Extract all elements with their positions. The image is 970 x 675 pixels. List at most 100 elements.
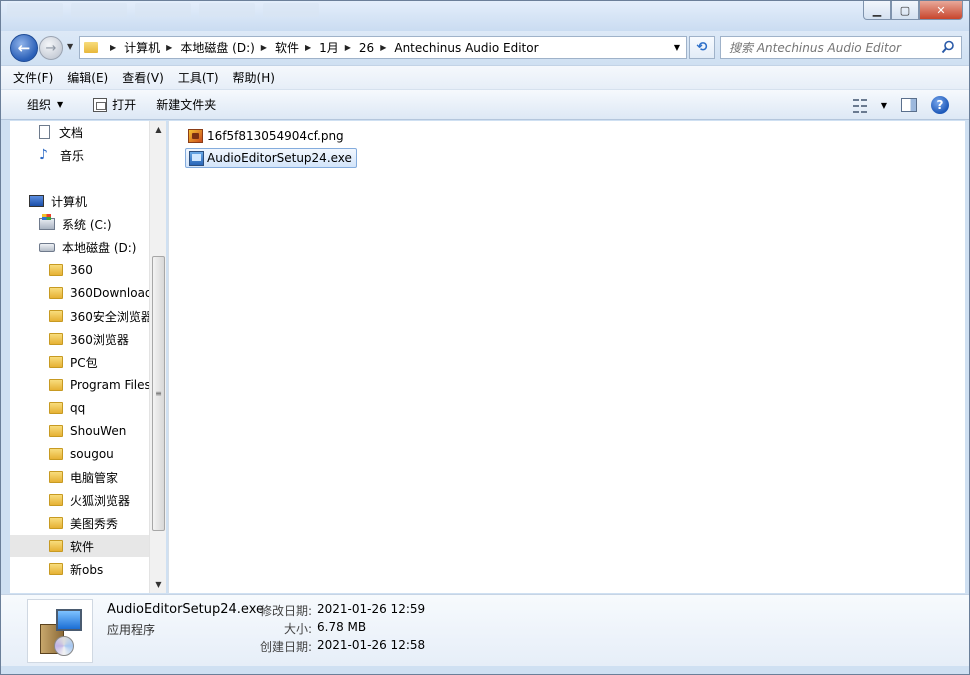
sidebar-item-label: ShouWen — [70, 424, 127, 438]
breadcrumb-january[interactable]: 1月 — [319, 39, 339, 56]
sidebar-item-folder[interactable]: 新obs — [10, 558, 149, 580]
computer-icon — [29, 195, 44, 207]
breadcrumb-26[interactable]: 26 — [359, 41, 374, 55]
monitor-shape — [56, 609, 82, 631]
window-controls: ▁ ▢ ✕ — [863, 1, 963, 20]
title-bar: ▁ ▢ ✕ — [1, 1, 969, 31]
recent-pages-dropdown[interactable]: ▼ — [67, 42, 73, 51]
breadcrumb-separator-icon[interactable]: ▶ — [110, 43, 116, 52]
folder-icon — [49, 356, 63, 368]
details-pane: AudioEditorSetup24.exe 应用程序 修改日期: 2021-0… — [1, 594, 969, 666]
menu-help[interactable]: 帮助(H) — [233, 69, 275, 86]
breadcrumb-computer[interactable]: 计算机 — [124, 39, 160, 56]
sidebar-item-folder[interactable]: 360安全浏览器 — [10, 305, 149, 327]
sidebar-item-folder[interactable]: 360 — [10, 259, 149, 281]
cd-shape — [54, 636, 74, 656]
sidebar-item-label: 软件 — [70, 539, 95, 554]
command-bar-right: ▼ ? — [852, 96, 949, 114]
preview-pane-icon[interactable] — [901, 98, 917, 112]
breadcrumb-current-folder[interactable]: Antechinus Audio Editor — [394, 41, 538, 55]
change-view-button[interactable]: ▼ — [852, 99, 887, 113]
sidebar-item-label: 电脑管家 — [70, 470, 119, 485]
sidebar-item-documents[interactable]: 文档 — [10, 121, 149, 143]
sidebar-item-label: 火狐浏览器 — [70, 493, 131, 508]
folder-icon — [49, 379, 63, 391]
new-folder-button[interactable]: 新建文件夹 — [156, 96, 216, 113]
sidebar-item-computer[interactable]: 计算机 — [10, 190, 149, 212]
sidebar-item-folder[interactable]: 电脑管家 — [10, 466, 149, 488]
sidebar-item-drive-d[interactable]: 本地磁盘 (D:) — [10, 236, 149, 258]
file-item[interactable]: 16f5f813054904cf.png — [185, 126, 348, 146]
menu-tools[interactable]: 工具(T) — [178, 69, 219, 86]
system-drive-icon — [39, 214, 55, 230]
ghost-taskbar-strip — [7, 3, 319, 21]
menu-bar: 文件(F) 编辑(E) 查看(V) 工具(T) 帮助(H) — [1, 65, 969, 89]
search-icon[interactable] — [941, 40, 955, 54]
breadcrumb-separator-icon[interactable]: ▶ — [380, 43, 386, 52]
search-input[interactable] — [729, 40, 929, 55]
breadcrumb-separator-icon[interactable]: ▶ — [345, 43, 351, 52]
folder-icon — [49, 448, 63, 460]
address-bar[interactable]: ▶ 计算机 ▶ 本地磁盘 (D:) ▶ 软件 ▶ 1月 ▶ 26 ▶ Antec… — [79, 36, 687, 59]
sidebar-item-folder[interactable]: sougou — [10, 443, 149, 465]
sidebar-item-system-c[interactable]: 系统 (C:) — [10, 213, 149, 235]
back-button[interactable]: ← — [10, 34, 38, 62]
search-box[interactable] — [720, 36, 962, 59]
menu-view[interactable]: 查看(V) — [122, 69, 164, 86]
drive-icon — [39, 242, 55, 252]
folder-icon — [49, 402, 63, 414]
sidebar-item-folder[interactable]: 360Downloads — [10, 282, 149, 304]
ghost-tab — [263, 3, 319, 17]
scroll-up-button[interactable]: ▲ — [150, 121, 167, 138]
document-icon — [39, 125, 50, 139]
folder-icon — [49, 494, 63, 506]
scroll-grip-icon: ≡ — [155, 389, 162, 398]
sidebar-item-folder[interactable]: ShouWen — [10, 420, 149, 442]
menu-edit[interactable]: 编辑(E) — [67, 69, 108, 86]
sidebar-item-label: sougou — [70, 447, 114, 461]
png-image-icon — [188, 129, 203, 143]
maximize-button[interactable]: ▢ — [891, 1, 919, 20]
help-icon[interactable]: ? — [931, 96, 949, 114]
sidebar-item-folder[interactable]: qq — [10, 397, 149, 419]
close-button[interactable]: ✕ — [919, 1, 963, 20]
refresh-button[interactable]: ⟲ — [689, 36, 715, 59]
sidebar-item-label: 文档 — [59, 125, 84, 140]
navigation-scrollbar[interactable]: ▲ ≡ ▼ — [149, 121, 166, 593]
modified-date-label: 修改日期: — [259, 604, 312, 618]
sidebar-item-folder[interactable]: 360浏览器 — [10, 328, 149, 350]
file-name: AudioEditorSetup24.exe — [207, 151, 352, 165]
scrollbar-thumb[interactable]: ≡ — [152, 256, 165, 531]
size-value: 6.78 MB — [317, 620, 367, 634]
address-history-dropdown[interactable]: ▼ — [674, 43, 680, 52]
sidebar-item-label: qq — [70, 401, 86, 415]
breadcrumb-software[interactable]: 软件 — [275, 39, 299, 56]
organize-button[interactable]: 组织 ▼ — [27, 96, 63, 113]
file-name: 16f5f813054904cf.png — [207, 129, 344, 143]
sidebar-item-folder[interactable]: 火狐浏览器 — [10, 489, 149, 511]
scroll-down-button[interactable]: ▼ — [150, 576, 167, 593]
sidebar-item-folder[interactable]: PC包 — [10, 351, 149, 373]
folder-icon — [49, 287, 63, 299]
forward-button[interactable]: → — [39, 36, 63, 60]
menu-file[interactable]: 文件(F) — [13, 69, 53, 86]
breadcrumb-separator-icon[interactable]: ▶ — [261, 43, 267, 52]
minimize-button[interactable]: ▁ — [863, 1, 891, 20]
installer-exe-icon — [27, 599, 93, 663]
breadcrumb-separator-icon[interactable]: ▶ — [305, 43, 311, 52]
folder-icon — [49, 264, 63, 276]
breadcrumb-separator-icon[interactable]: ▶ — [166, 43, 172, 52]
breadcrumb-drive-d[interactable]: 本地磁盘 (D:) — [180, 39, 254, 56]
created-date-label: 创建日期: — [259, 640, 312, 654]
sidebar-item-folder[interactable]: Program Files — [10, 374, 149, 396]
open-button[interactable]: 打开 — [93, 96, 136, 113]
file-list-pane[interactable]: 16f5f813054904cf.png AudioEditorSetup24.… — [168, 121, 965, 593]
sidebar-item-label: 本地磁盘 (D:) — [62, 240, 137, 255]
navigation-pane: 文档 ♪ 音乐 计算机 系统 (C:) 本地磁盘 (D:) 360 360Dow… — [10, 121, 166, 593]
ghost-tab — [199, 3, 255, 17]
sidebar-item-folder[interactable]: 美图秀秀 — [10, 512, 149, 534]
sidebar-item-software-selected[interactable]: 软件 — [10, 535, 149, 557]
chevron-down-icon[interactable]: ▼ — [881, 101, 887, 110]
sidebar-item-music[interactable]: ♪ 音乐 — [10, 144, 149, 166]
file-item-selected[interactable]: AudioEditorSetup24.exe — [185, 148, 357, 168]
